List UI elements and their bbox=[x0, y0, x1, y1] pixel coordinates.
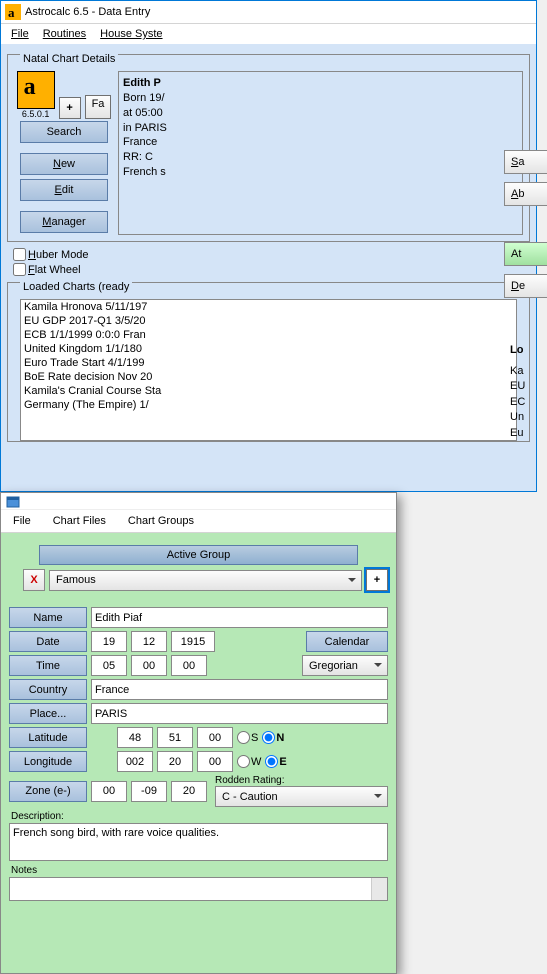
list-item[interactable]: Germany (The Empire) 1/ bbox=[21, 398, 516, 412]
lat-deg-input[interactable] bbox=[117, 727, 153, 748]
side-list-item: EU bbox=[510, 379, 547, 394]
favorites-button[interactable]: Fa bbox=[85, 95, 112, 119]
svg-text:a: a bbox=[8, 5, 15, 20]
calendar-system-select[interactable]: Gregorian bbox=[302, 655, 388, 676]
group-menubar: File Chart Files Chart Groups bbox=[1, 510, 396, 533]
lon-deg-input[interactable] bbox=[117, 751, 153, 772]
main-titlebar: a Astrocalc 6.5 - Data Entry bbox=[1, 1, 536, 24]
info-name: Edith P bbox=[123, 77, 161, 89]
add-button[interactable]: + bbox=[59, 97, 81, 119]
chart-info-box: Edith P Born 19/ at 05:00 in PARIS Franc… bbox=[118, 71, 523, 235]
loaded-charts-list[interactable]: Kamila Hronova 5/11/197 EU GDP 2017-Q1 3… bbox=[20, 299, 517, 441]
lon-w-radio[interactable]: W bbox=[237, 755, 261, 768]
time-label-button[interactable]: Time bbox=[9, 655, 87, 676]
list-item[interactable]: Kamila Hronova 5/11/197 bbox=[21, 300, 516, 314]
zone-h-input[interactable] bbox=[91, 781, 127, 802]
huber-mode-checkbox[interactable]: Huber Mode bbox=[13, 248, 524, 261]
description-input[interactable]: French song bird, with rare voice qualit… bbox=[9, 823, 388, 861]
group-menu-file[interactable]: File bbox=[9, 513, 35, 529]
active-group-header: Active Group bbox=[39, 545, 358, 565]
main-menubar: File Routines House Syste bbox=[1, 24, 536, 44]
time-s-input[interactable] bbox=[171, 655, 207, 676]
side-loaded-label: Lo bbox=[504, 344, 547, 356]
zone-s-input[interactable] bbox=[171, 781, 207, 802]
loaded-charts-fieldset: Loaded Charts (ready Kamila Hronova 5/11… bbox=[7, 282, 530, 442]
list-item[interactable]: United Kingdom 1/1/180 bbox=[21, 342, 516, 356]
version-label: 6.5.0.1 bbox=[17, 109, 55, 119]
group-window: File Chart Files Chart Groups Active Gro… bbox=[0, 492, 397, 974]
place-input[interactable] bbox=[91, 703, 388, 724]
place-label-button[interactable]: Place... bbox=[9, 703, 87, 724]
save-button[interactable]: Sa bbox=[504, 150, 547, 174]
delete-group-button[interactable]: X bbox=[23, 569, 45, 591]
main-title: Astrocalc 6.5 - Data Entry bbox=[25, 6, 150, 18]
lat-sec-input[interactable] bbox=[197, 727, 233, 748]
side-list-item: Eu bbox=[510, 426, 547, 441]
list-item[interactable]: Kamila's Cranial Course Sta bbox=[21, 384, 516, 398]
edit-button[interactable]: Edit bbox=[20, 179, 108, 201]
lon-e-radio[interactable]: E bbox=[265, 755, 286, 768]
name-label-button[interactable]: Name bbox=[9, 607, 87, 628]
rodden-select[interactable]: C - Caution bbox=[215, 786, 388, 807]
side-list-item: Ka bbox=[510, 364, 547, 379]
menu-house-systems[interactable]: House Syste bbox=[96, 26, 166, 42]
lon-min-input[interactable] bbox=[157, 751, 193, 772]
time-h-input[interactable] bbox=[91, 655, 127, 676]
lat-min-input[interactable] bbox=[157, 727, 193, 748]
rodden-label: Rodden Rating: bbox=[215, 775, 388, 786]
lat-n-radio[interactable]: N bbox=[262, 731, 284, 744]
date-year-input[interactable] bbox=[171, 631, 215, 652]
list-item[interactable]: ECB 1/1/1999 0:0:0 Fran bbox=[21, 328, 516, 342]
group-window-icon bbox=[5, 494, 21, 510]
app-logo bbox=[17, 71, 55, 109]
group-titlebar bbox=[1, 493, 396, 510]
flat-wheel-checkbox[interactable]: Flat Wheel bbox=[13, 263, 524, 276]
about-button[interactable]: Ab bbox=[504, 182, 547, 206]
date-day-input[interactable] bbox=[91, 631, 127, 652]
calendar-button[interactable]: Calendar bbox=[306, 631, 388, 652]
longitude-label-button[interactable]: Longitude bbox=[9, 751, 87, 772]
latitude-label-button[interactable]: Latitude bbox=[9, 727, 87, 748]
main-window: a Astrocalc 6.5 - Data Entry File Routin… bbox=[0, 0, 537, 492]
list-item[interactable]: EU GDP 2017-Q1 3/5/20 bbox=[21, 314, 516, 328]
natal-chart-label: Natal Chart Details bbox=[20, 53, 118, 65]
date-label-button[interactable]: Date bbox=[9, 631, 87, 652]
manager-button[interactable]: Manager bbox=[20, 211, 108, 233]
time-m-input[interactable] bbox=[131, 655, 167, 676]
group-menu-chart-files[interactable]: Chart Files bbox=[49, 513, 110, 529]
app-icon: a bbox=[5, 4, 21, 20]
country-label-button[interactable]: Country bbox=[9, 679, 87, 700]
search-button[interactable]: Search bbox=[20, 121, 108, 143]
group-select[interactable]: Famous bbox=[49, 570, 362, 591]
list-item[interactable]: Euro Trade Start 4/1/199 bbox=[21, 356, 516, 370]
notes-input[interactable] bbox=[9, 877, 388, 901]
group-menu-chart-groups[interactable]: Chart Groups bbox=[124, 513, 198, 529]
natal-chart-fieldset: Natal Chart Details 6.5.0.1 + Fa Search … bbox=[7, 54, 530, 242]
attach-button[interactable]: At bbox=[504, 242, 547, 266]
description-label: Description: bbox=[11, 811, 388, 822]
notes-label: Notes bbox=[11, 865, 388, 876]
zone-m-input[interactable] bbox=[131, 781, 167, 802]
name-input[interactable] bbox=[91, 607, 388, 628]
delete-button[interactable]: De bbox=[504, 274, 547, 298]
lon-sec-input[interactable] bbox=[197, 751, 233, 772]
side-list-item: Un bbox=[510, 410, 547, 425]
add-group-button[interactable]: + bbox=[366, 569, 388, 591]
list-item[interactable]: BoE Rate decision Nov 20 bbox=[21, 370, 516, 384]
loaded-charts-label: Loaded Charts (ready bbox=[20, 281, 132, 293]
menu-file[interactable]: File bbox=[7, 26, 33, 42]
new-button[interactable]: New bbox=[20, 153, 108, 175]
side-buttons: Sa Ab At De Lo Ka EU EC Un Eu bbox=[504, 150, 547, 441]
date-month-input[interactable] bbox=[131, 631, 167, 652]
menu-routines[interactable]: Routines bbox=[39, 26, 90, 42]
lat-s-radio[interactable]: S bbox=[237, 731, 258, 744]
side-list-item: EC bbox=[510, 395, 547, 410]
zone-label-button[interactable]: Zone (e-) bbox=[9, 781, 87, 802]
country-input[interactable] bbox=[91, 679, 388, 700]
